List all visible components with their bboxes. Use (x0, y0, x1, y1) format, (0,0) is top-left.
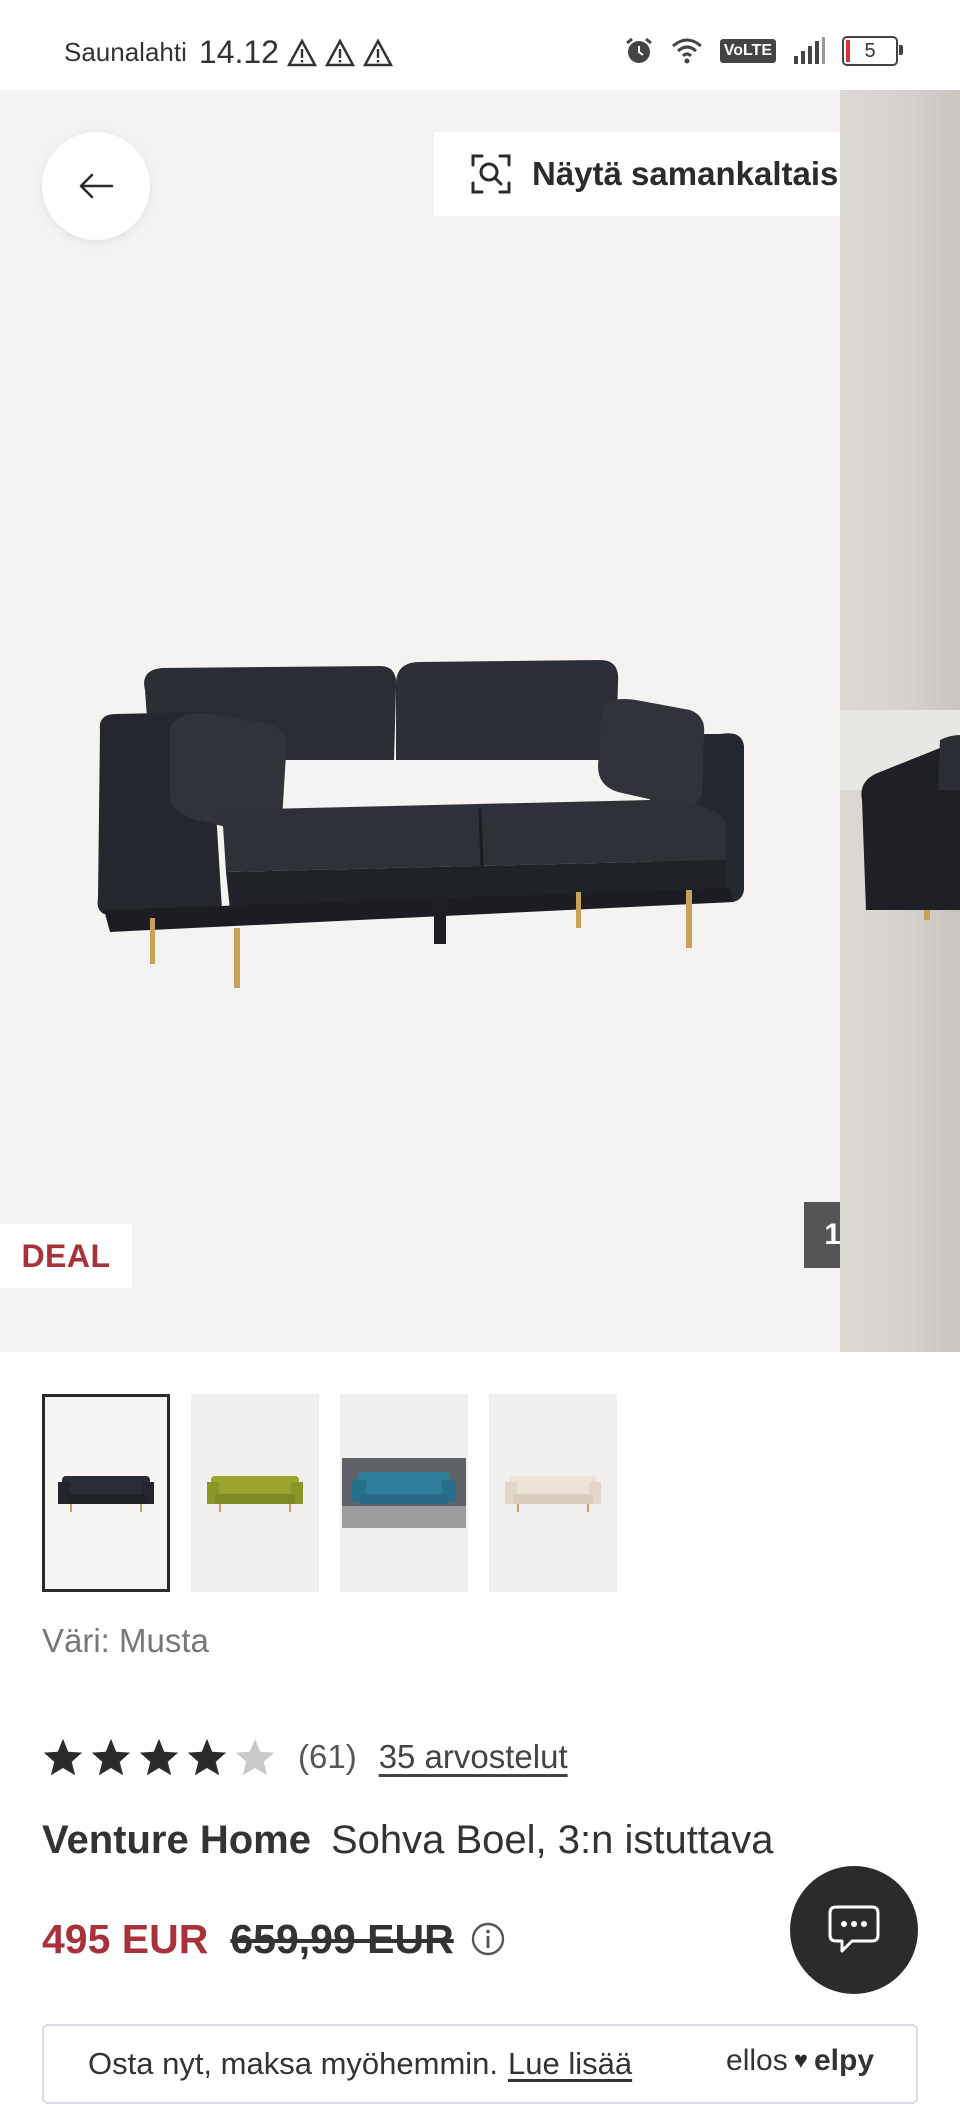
thumbnail-strip (42, 1394, 617, 1592)
warning-icon (362, 37, 393, 66)
carrier-name: Saunalahti (64, 37, 187, 67)
battery-level-fill (846, 40, 850, 62)
battery-icon: 5 (842, 36, 903, 66)
status-bar: Saunalahti 14.12 VoLTE 5 (0, 0, 960, 90)
thumbnail-beige[interactable] (489, 1394, 617, 1592)
ellos-elpy-logo: ellos ♥ elpy (726, 2044, 874, 2078)
current-price: 495 EUR (42, 1915, 209, 1962)
thumbnail-green[interactable] (191, 1394, 319, 1592)
thumbnail-sofa-beige (505, 1476, 601, 1512)
pay-later-text: Osta nyt, maksa myöhemmin. (88, 2046, 499, 2081)
star-filled-icon (43, 1738, 83, 1776)
price-row: 495 EUR 659,99 EUR (42, 1904, 506, 1974)
logo-elpy: elpy (813, 2044, 874, 2077)
logo-ellos: ellos (726, 2044, 788, 2077)
show-similar-label: Näytä samankaltaisia (532, 155, 866, 192)
star-empty-icon (235, 1738, 275, 1776)
star-filled-icon (91, 1738, 131, 1776)
star-filled-icon (139, 1738, 179, 1776)
chat-bubbles-icon (828, 1905, 880, 1953)
status-right: VoLTE 5 (624, 36, 903, 66)
battery-level: 5 (864, 39, 876, 62)
next-sofa-image (861, 735, 960, 920)
price-info-icon[interactable] (470, 1921, 506, 1957)
next-image-peek[interactable] (840, 90, 960, 1352)
wifi-icon (671, 38, 702, 64)
warning-icon (324, 37, 355, 66)
product-rating: (61) 35 arvostelut (42, 1732, 568, 1782)
product-main-image[interactable]: Näytä samankaltaisia DEAL 1 / 7 (0, 90, 918, 1352)
thumbnail-sofa-blue (342, 1458, 466, 1528)
read-more-link[interactable]: Lue lisää (508, 2046, 632, 2082)
chat-button[interactable] (790, 1866, 918, 1994)
back-button[interactable] (42, 132, 150, 240)
thumbnail-sofa-black (58, 1476, 154, 1512)
sofa-image (97, 660, 744, 988)
product-name: Sohva Boel, 3:n istuttava (330, 1818, 774, 1862)
alarm-icon (625, 37, 652, 63)
warning-icon (286, 37, 317, 66)
original-price: 659,99 EUR (230, 1915, 454, 1962)
volte-badge: VoLTE (719, 39, 776, 63)
thumbnail-blue[interactable] (340, 1394, 468, 1592)
status-left: Saunalahti 14.12 (64, 34, 393, 71)
reviews-link[interactable]: 35 arvostelut (379, 1738, 568, 1776)
rating-stars (42, 1737, 276, 1777)
selected-color-label: Väri: Musta (42, 1622, 209, 1659)
signal-icon (794, 37, 825, 64)
brand-name[interactable]: Venture Home (42, 1818, 311, 1862)
rating-count: (61) (298, 1738, 357, 1775)
clock: 14.12 (198, 34, 279, 70)
visual-search-icon (471, 154, 511, 194)
thumbnail-sofa-green (207, 1476, 303, 1512)
heart-icon: ♥ (793, 2047, 808, 2074)
deal-badge: DEAL (0, 1224, 132, 1288)
product-image-gallery[interactable]: Näytä samankaltaisia DEAL 1 / 7 (0, 90, 960, 1352)
arrow-left-icon (79, 173, 114, 199)
product-title: Venture Home Sohva Boel, 3:n istuttava (42, 1818, 773, 1863)
pay-later-banner: Osta nyt, maksa myöhemmin. Lue lisää ell… (42, 2024, 918, 2104)
thumbnail-black[interactable] (42, 1394, 170, 1592)
star-filled-icon (187, 1738, 227, 1776)
